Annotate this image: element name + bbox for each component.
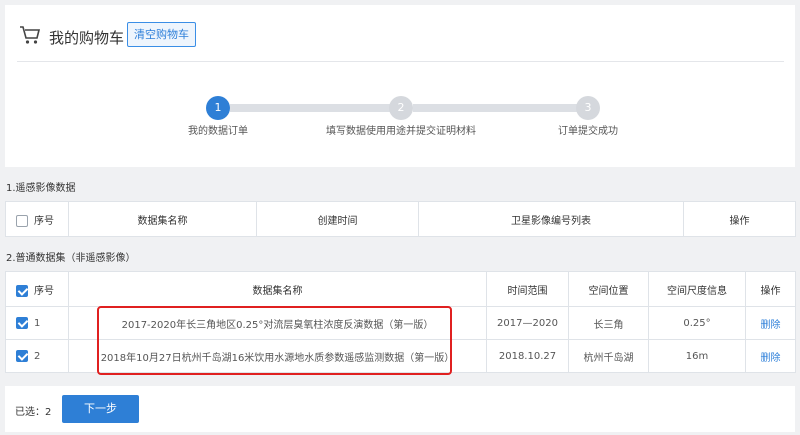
select-all-checkbox[interactable] — [16, 214, 28, 227]
cart-header-card: 我的购物车 清空购物车 1 2 3 我的数据订单 填写数据使用用途并提交证明材料… — [5, 5, 795, 167]
column-header-dataset-name: 数据集名称 — [68, 201, 257, 237]
column-header-index: 序号 — [34, 285, 54, 297]
column-header-index: 序号 — [34, 215, 54, 227]
column-header-actions: 操作 — [745, 271, 796, 307]
column-header-actions: 操作 — [683, 201, 796, 237]
row-select-cell[interactable]: 1 — [5, 306, 69, 340]
clear-cart-button[interactable]: 清空购物车 — [127, 22, 196, 47]
common-select-all[interactable]: 序号 — [5, 271, 69, 307]
column-header-created-time: 创建时间 — [256, 201, 419, 237]
selected-count: 已选：2 — [15, 407, 52, 418]
step-3-indicator: 3 — [576, 96, 600, 120]
column-header-location: 空间位置 — [568, 271, 649, 307]
column-header-dataset-name: 数据集名称 — [68, 271, 487, 307]
delete-link[interactable]: 删除 — [745, 306, 796, 340]
step-2-indicator: 2 — [389, 96, 413, 120]
row-select-cell[interactable]: 2 — [5, 339, 69, 373]
scale-cell: 16m — [648, 339, 746, 373]
time-range-cell: 2017—2020 — [486, 306, 569, 340]
step-connector-2 — [413, 104, 577, 112]
column-header-time-range: 时间范围 — [486, 271, 569, 307]
common-section-title: 2.普通数据集（非遥感影像） — [6, 253, 136, 264]
column-header-satellite-ids: 卫星影像编号列表 — [418, 201, 684, 237]
column-header-scale: 空间尺度信息 — [648, 271, 746, 307]
step-1-label: 我的数据订单 — [188, 126, 248, 137]
step-connector-1 — [230, 104, 390, 112]
cart-icon — [20, 26, 41, 44]
scale-cell: 0.25° — [648, 306, 746, 340]
footer-bar: 已选：2 下一步 — [5, 386, 795, 432]
page-title: 我的购物车 — [49, 29, 125, 47]
next-step-button[interactable]: 下一步 — [62, 395, 139, 423]
location-cell: 杭州千岛湖 — [568, 339, 649, 373]
remote-sensing-table: 序号 数据集名称 创建时间 卫星影像编号列表 操作 — [5, 201, 796, 237]
remote-select-all[interactable]: 序号 — [5, 201, 69, 237]
step-1-indicator: 1 — [206, 96, 230, 120]
row-checkbox[interactable] — [16, 317, 28, 329]
row-index: 1 — [34, 318, 41, 329]
select-all-checkbox[interactable] — [16, 284, 28, 297]
step-3-label: 订单提交成功 — [558, 126, 618, 137]
delete-link[interactable]: 删除 — [745, 339, 796, 373]
time-range-cell: 2018.10.27 — [486, 339, 569, 373]
remote-section-title: 1.遥感影像数据 — [6, 183, 76, 194]
highlight-annotation-box — [97, 306, 452, 375]
header-divider — [17, 61, 784, 62]
row-index: 2 — [34, 351, 41, 362]
location-cell: 长三角 — [568, 306, 649, 340]
row-checkbox[interactable] — [16, 350, 28, 362]
step-2-label: 填写数据使用用途并提交证明材料 — [326, 126, 476, 137]
